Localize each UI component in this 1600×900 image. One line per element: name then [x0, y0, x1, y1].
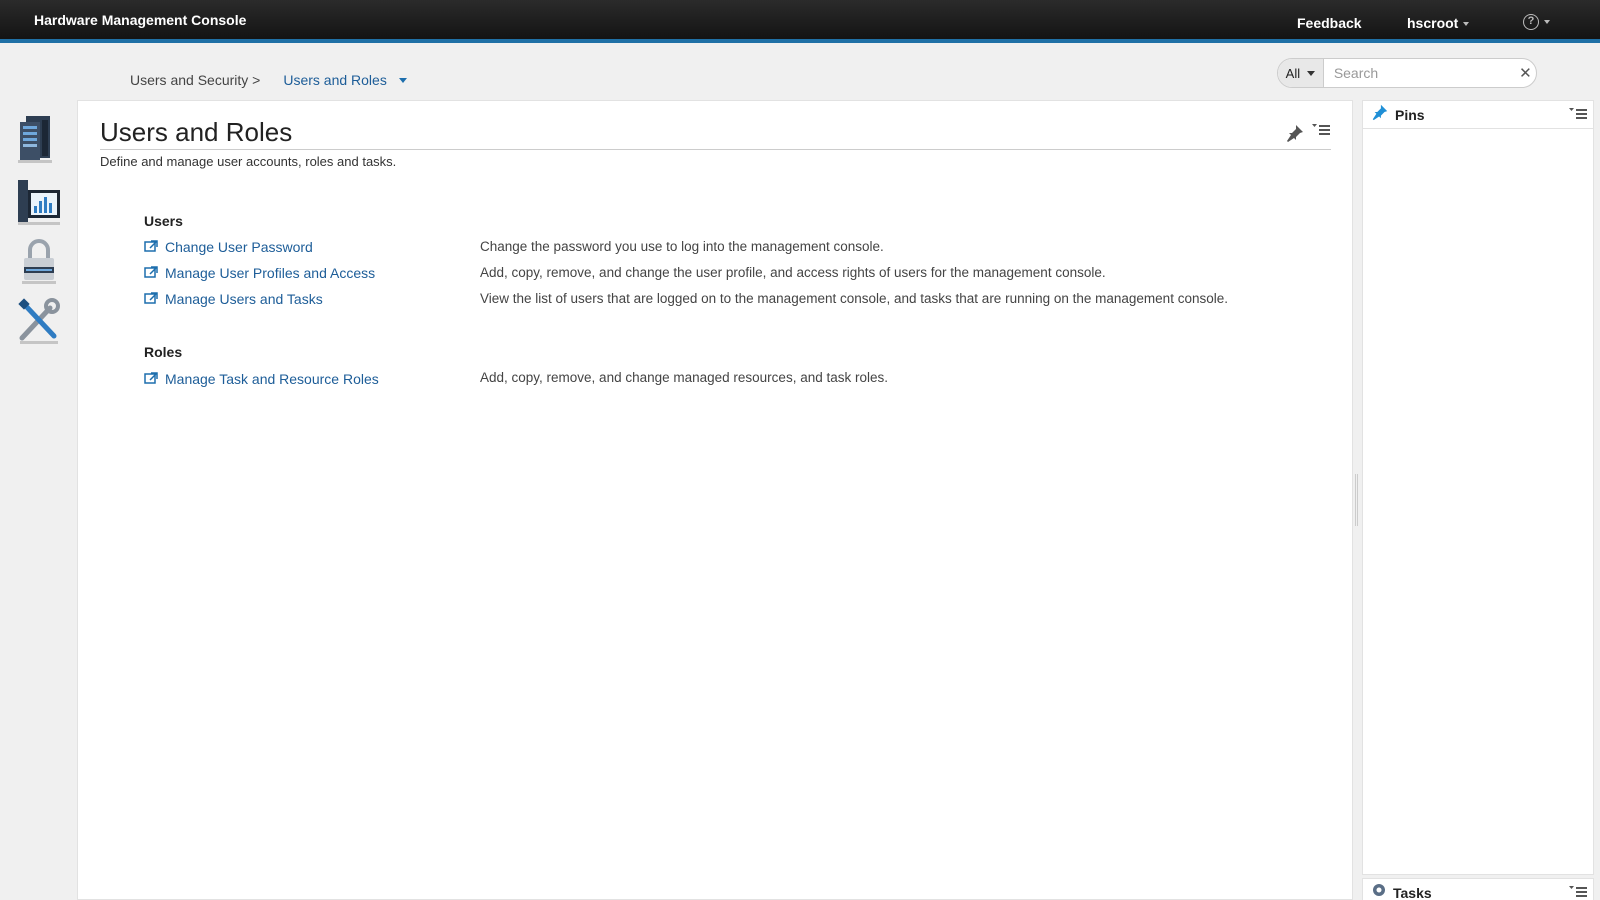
breadcrumb: Users and Security > Users and Roles: [130, 72, 407, 88]
launch-icon: [144, 265, 158, 281]
panel-menu-icon[interactable]: [1312, 123, 1330, 142]
pin-icon[interactable]: [1285, 123, 1305, 148]
task-label: Manage Task and Resource Roles: [165, 371, 379, 387]
user-menu[interactable]: hscroot: [1407, 15, 1470, 31]
task-label: Manage Users and Tasks: [165, 291, 323, 307]
panel-splitter[interactable]: [1355, 474, 1358, 526]
chevron-down-icon: [1544, 20, 1550, 24]
app-title: Hardware Management Console: [34, 12, 247, 28]
change-user-password-link[interactable]: Change User Password: [144, 239, 313, 255]
search-scope-label: All: [1285, 65, 1301, 81]
tasks-title: Tasks: [1393, 884, 1432, 900]
task-description: View the list of users that are logged o…: [480, 291, 1228, 306]
panel-menu-icon[interactable]: [1569, 107, 1587, 126]
tools-icon[interactable]: [16, 296, 62, 346]
gear-icon: [1371, 882, 1387, 900]
search-scope-dropdown[interactable]: All: [1278, 59, 1324, 87]
search-box: All ✕: [1277, 58, 1537, 88]
search-input[interactable]: [1323, 59, 1515, 87]
breadcrumb-current-label: Users and Roles: [283, 72, 387, 88]
monitor-chart-icon[interactable]: [16, 178, 62, 228]
panel-menu-icon[interactable]: [1569, 885, 1587, 900]
manage-task-resource-roles-link[interactable]: Manage Task and Resource Roles: [144, 371, 379, 387]
page-title: Users and Roles: [100, 117, 293, 147]
breadcrumb-parent[interactable]: Users and Security >: [130, 72, 260, 88]
help-menu[interactable]: ?: [1523, 14, 1550, 30]
task-description: Add, copy, remove, and change managed re…: [480, 370, 888, 385]
section-heading-roles: Roles: [144, 344, 183, 360]
server-icon[interactable]: [16, 114, 62, 164]
manage-users-tasks-link[interactable]: Manage Users and Tasks: [144, 291, 323, 307]
pins-panel: Pins: [1362, 100, 1594, 875]
header-accent-bar: [0, 39, 1600, 43]
tasks-panel: Tasks: [1362, 878, 1594, 900]
task-description: Add, copy, remove, and change the user p…: [480, 265, 1106, 280]
pins-title: Pins: [1395, 106, 1425, 123]
feedback-link[interactable]: Feedback: [1297, 15, 1362, 31]
padlock-icon[interactable]: [16, 236, 62, 286]
user-name: hscroot: [1407, 15, 1459, 31]
task-description: Change the password you use to log into …: [480, 239, 884, 254]
launch-icon: [144, 291, 158, 307]
title-divider: [100, 149, 1331, 150]
launch-icon: [144, 239, 158, 255]
manage-user-profiles-link[interactable]: Manage User Profiles and Access: [144, 265, 375, 281]
main-panel: Users and Roles Define and manage user a…: [77, 100, 1353, 900]
pins-panel-header: Pins: [1363, 101, 1593, 129]
section-heading-users: Users: [144, 213, 183, 229]
task-label: Change User Password: [165, 239, 313, 255]
page-description: Define and manage user accounts, roles a…: [100, 154, 397, 169]
chevron-down-icon: [1463, 22, 1470, 27]
chevron-down-icon: [1307, 70, 1316, 76]
launch-icon: [144, 371, 158, 387]
help-icon: ?: [1523, 14, 1539, 30]
task-label: Manage User Profiles and Access: [165, 265, 376, 281]
tasks-panel-header[interactable]: Tasks: [1363, 879, 1593, 900]
clear-search-icon[interactable]: ✕: [1515, 64, 1536, 82]
top-bar: Hardware Management Console Feedback hsc…: [0, 0, 1600, 43]
breadcrumb-current[interactable]: Users and Roles: [283, 72, 407, 88]
chevron-down-icon: [398, 77, 407, 83]
pin-icon: [1371, 103, 1389, 126]
